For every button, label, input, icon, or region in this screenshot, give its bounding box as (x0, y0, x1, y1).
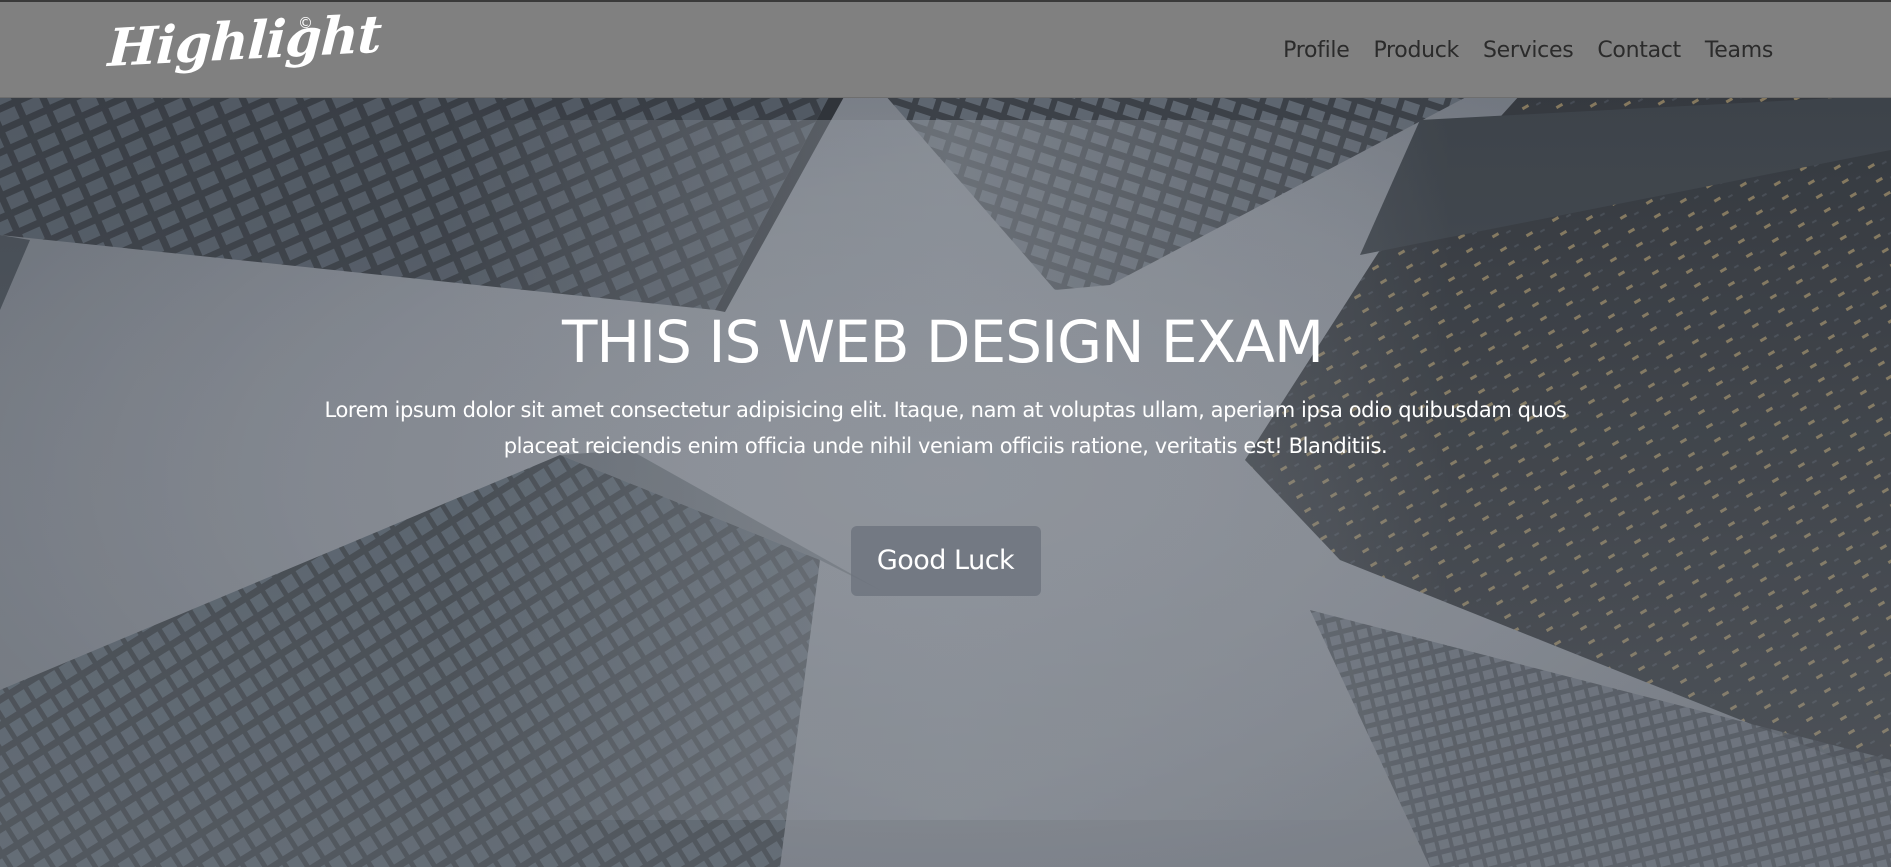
nav-item-services: Services (1483, 38, 1574, 63)
hero-section: THIS IS WEB DESIGN EXAM Lorem ipsum dolo… (0, 306, 1891, 596)
nav-item-teams: Teams (1705, 38, 1773, 63)
good-luck-button[interactable]: Good Luck (850, 526, 1041, 596)
nav-link-contact[interactable]: Contact (1597, 38, 1681, 63)
nav-item-contact: Contact (1597, 38, 1681, 63)
nav-link-profile[interactable]: Profile (1283, 38, 1350, 63)
nav-link-teams[interactable]: Teams (1705, 38, 1773, 63)
brand-name: Highlight (106, 3, 383, 79)
nav-link-services[interactable]: Services (1483, 38, 1574, 63)
hero-title: THIS IS WEB DESIGN EXAM (561, 308, 1324, 376)
nav-item-profile: Profile (1283, 38, 1350, 63)
copyright-mark: © (298, 14, 313, 32)
nav-item-produck: Produck (1373, 38, 1459, 63)
brand-logo[interactable]: Highlight © (106, 4, 382, 90)
hero-description: Lorem ipsum dolor sit amet consectetur a… (324, 398, 1567, 458)
main-nav: Profile Produck Services Contact Teams (1283, 38, 1773, 63)
nav-link-produck[interactable]: Produck (1373, 38, 1459, 63)
navbar: Highlight © Profile Produck Services Con… (0, 0, 1891, 98)
page: Highlight © Profile Produck Services Con… (0, 0, 1891, 867)
